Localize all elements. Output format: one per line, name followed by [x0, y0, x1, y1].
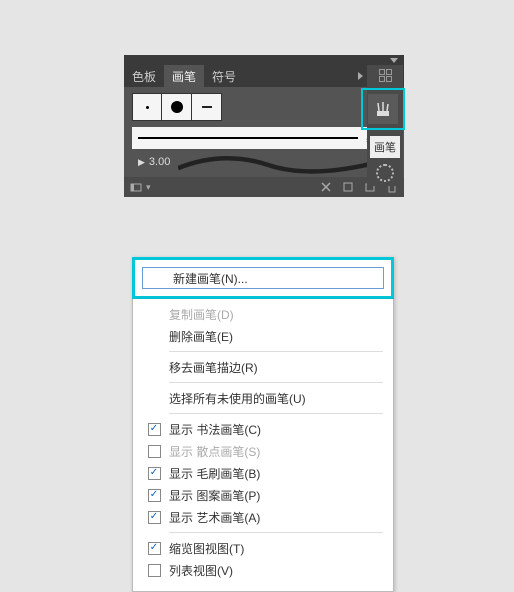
brush-swatch[interactable]: [162, 93, 192, 121]
menu-item-new-brush[interactable]: 新建画笔(N)...: [142, 267, 384, 289]
menu-item-label: 移去画笔描边(R): [169, 359, 393, 376]
panel-context-menu: 新建画笔(N)... 复制画笔(D) 删除画笔(E) 移去画笔描边(R) 选择所有未使…: [132, 257, 394, 592]
menu-item-label: 复制画笔(D): [169, 306, 393, 323]
panel-footer: ▾: [124, 177, 404, 197]
menu-item-label: 删除画笔(E): [169, 328, 393, 345]
checkbox-icon: [148, 564, 161, 577]
color-wheel-icon[interactable]: [376, 164, 394, 182]
wavy-stroke-icon: [178, 147, 390, 177]
checkbox-icon: ✓: [148, 511, 161, 524]
menu-item-label: 显示 图案画笔(P): [169, 487, 393, 504]
play-icon[interactable]: ▶: [138, 157, 145, 168]
brush-tool-button[interactable]: [368, 94, 398, 124]
menu-item[interactable]: 列表视图(V): [133, 559, 393, 581]
menu-check-col: ✓: [145, 542, 163, 555]
menu-separator: [169, 532, 383, 533]
stroke-line-icon: [138, 137, 358, 139]
stroke-size-value[interactable]: 3.00: [149, 156, 170, 168]
menu-item-label: 列表视图(V): [169, 562, 393, 579]
panel-tabs: 色板 画笔 符号: [124, 65, 404, 87]
menu-item[interactable]: ✓ 显示 毛刷画笔(B): [133, 462, 393, 484]
menu-item-label: 显示 书法画笔(C): [169, 421, 393, 438]
tab-swatches[interactable]: 色板: [124, 65, 164, 87]
menu-separator: [169, 351, 383, 352]
menu-separator: [169, 382, 383, 383]
menu-check-col: ✓: [145, 467, 163, 480]
menu-item: 复制画笔(D): [133, 303, 393, 325]
menu-item[interactable]: ✓ 显示 艺术画笔(A): [133, 506, 393, 528]
menu-separator: [169, 413, 383, 414]
checkbox-icon: ✓: [148, 423, 161, 436]
options-icon[interactable]: [342, 181, 354, 193]
checkbox-icon: ✓: [148, 542, 161, 555]
stroke-basic-row[interactable]: 基本: [132, 127, 396, 149]
menu-item-label: 显示 毛刷画笔(B): [169, 465, 393, 482]
panel-collapse-bar[interactable]: [124, 55, 404, 65]
menu-item: 显示 散点画笔(S): [133, 440, 393, 462]
menu-item[interactable]: 移去画笔描边(R): [133, 356, 393, 378]
menu-item[interactable]: 删除画笔(E): [133, 325, 393, 347]
remove-stroke-icon[interactable]: [320, 181, 332, 193]
menu-check-col: [145, 564, 163, 577]
menu-check-col: [145, 445, 163, 458]
menu-item-label: 显示 散点画笔(S): [169, 443, 393, 460]
tab-brushes[interactable]: 画笔: [164, 65, 204, 87]
menu-item[interactable]: ✓ 显示 书法画笔(C): [133, 418, 393, 440]
menu-item[interactable]: ✓ 缩览图视图(T): [133, 537, 393, 559]
library-icon[interactable]: [130, 181, 142, 193]
caret-down-icon: [390, 58, 398, 63]
stroke-size-row: ▶ 3.00: [132, 151, 396, 173]
menu-check-col: ✓: [145, 511, 163, 524]
menu-item-label: 缩览图视图(T): [169, 540, 393, 557]
brush-swatch-row: [132, 93, 396, 121]
brushes-icon: [373, 99, 393, 119]
menu-item[interactable]: ✓ 显示 图案画笔(P): [133, 484, 393, 506]
checkbox-icon: [148, 445, 161, 458]
menu-highlight-box: 新建画笔(N)...: [132, 257, 394, 299]
brush-tool-highlight: [361, 88, 405, 130]
menu-item-label: 显示 艺术画笔(A): [169, 509, 393, 526]
menu-check-col: ✓: [145, 489, 163, 502]
brush-swatch[interactable]: [132, 93, 162, 121]
tab-symbols[interactable]: 符号: [204, 65, 244, 87]
menu-check-col: ✓: [145, 423, 163, 436]
arrow-right-icon[interactable]: [358, 72, 363, 80]
grid-icon[interactable]: [379, 69, 392, 82]
dropdown-caret-icon[interactable]: ▾: [146, 182, 151, 193]
side-toolbar: 画笔: [367, 65, 403, 186]
checkbox-icon: ✓: [148, 467, 161, 480]
checkbox-icon: ✓: [148, 489, 161, 502]
menu-item-label: 选择所有未使用的画笔(U): [169, 390, 393, 407]
side-brushes-label[interactable]: 画笔: [370, 136, 400, 158]
menu-item[interactable]: 选择所有未使用的画笔(U): [133, 387, 393, 409]
brush-swatch[interactable]: [192, 93, 222, 121]
